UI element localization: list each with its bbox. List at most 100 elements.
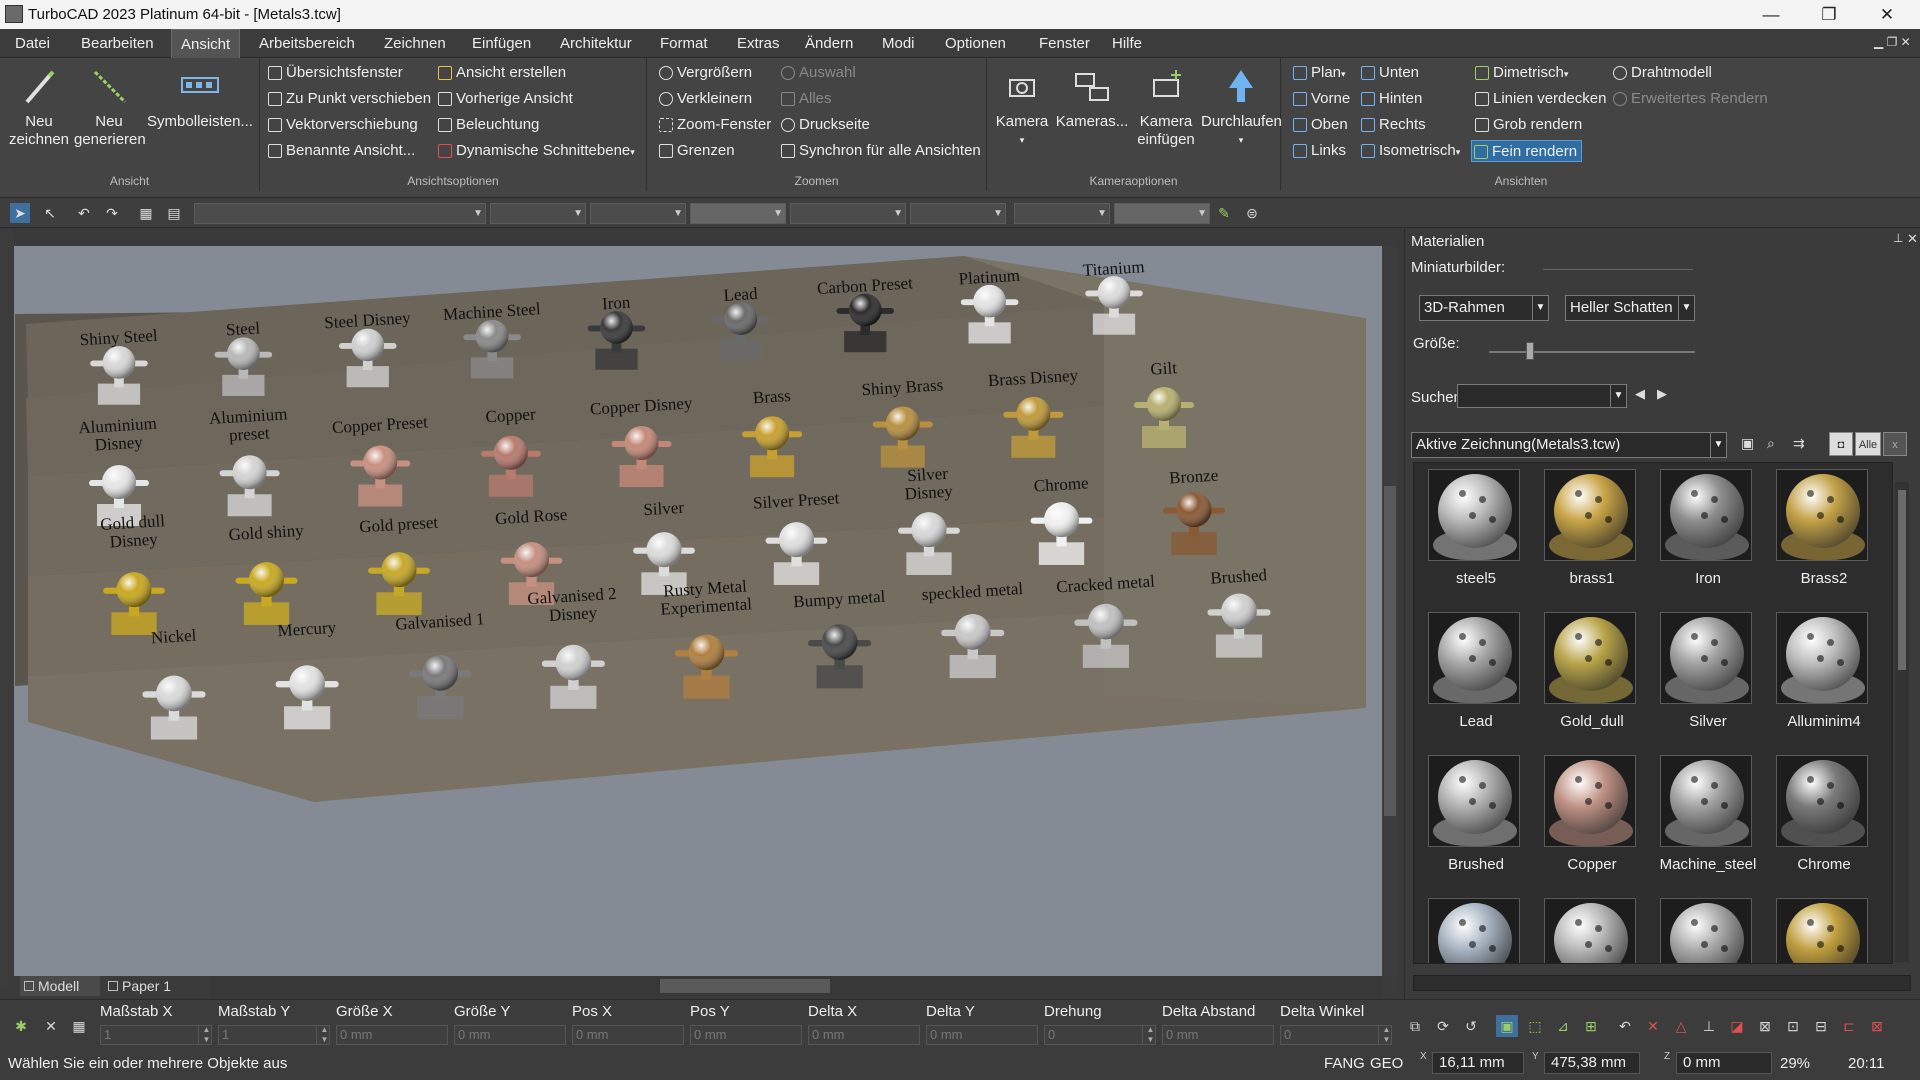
scroll-thumb[interactable] — [1384, 486, 1396, 816]
view-tool-2-icon[interactable]: ⟳ — [1432, 1015, 1454, 1037]
drawing-viewport[interactable]: Shiny Steel Steel Steel Disney Machine Stee… — [14, 246, 1382, 976]
drahtmodell-button[interactable]: Drahtmodell — [1611, 62, 1712, 84]
fill-combo[interactable]: ▼ — [1014, 203, 1110, 224]
vorherige-ansicht-button[interactable]: Vorherige Ansicht — [436, 88, 573, 110]
spinner-icon[interactable]: ▲ ▼ — [1142, 1025, 1158, 1045]
menu-format[interactable]: Format — [651, 29, 717, 58]
panel-close-icon[interactable]: ✕ — [1907, 231, 1918, 247]
material-thumb[interactable]: steel5 — [1418, 467, 1534, 610]
find-icon[interactable]: ⌕ — [1767, 435, 1787, 455]
edit-tool-icon[interactable]: ↖ — [40, 203, 60, 223]
coord-field-input[interactable]: 0 mm — [926, 1025, 1038, 1045]
material-thumb[interactable]: Machine_steel — [1650, 753, 1766, 896]
linien-verdecken-button[interactable]: Linien verdecken — [1473, 88, 1606, 110]
menu-hilfe[interactable]: Hilfe — [1103, 29, 1151, 58]
druckseite-button[interactable]: Druckseite — [779, 114, 870, 136]
material-thumb[interactable]: Alluminim4 — [1766, 610, 1882, 753]
horizontal-scrollbar[interactable] — [210, 976, 1382, 996]
view-tool-4-icon[interactable]: ▣ — [1496, 1015, 1518, 1037]
pen-combo[interactable]: ▼ — [790, 203, 906, 224]
neu-zeichnen-button[interactable]: Neu zeichnen — [6, 66, 72, 149]
uebersichtsfenster-button[interactable]: Übersichtsfenster — [266, 62, 403, 84]
opacity-combo[interactable]: ▼ — [1114, 203, 1210, 224]
unten-button[interactable]: Unten — [1359, 62, 1419, 84]
coord-field-input[interactable]: 0 mm — [690, 1025, 802, 1045]
beleuchtung-button[interactable]: Beleuchtung — [436, 114, 539, 136]
grob-rendern-button[interactable]: Grob rendern — [1473, 114, 1582, 136]
material-thumb[interactable]: Brass2 — [1766, 467, 1882, 610]
linetype-combo[interactable]: ▼ — [590, 203, 686, 224]
material-thumb[interactable] — [1766, 896, 1882, 963]
kameras-button[interactable]: Kameras... — [1053, 66, 1131, 131]
coord-field-input[interactable]: 0 — [1280, 1025, 1392, 1045]
view-tool-8-icon[interactable]: ↶ — [1614, 1015, 1636, 1037]
scroll-thumb[interactable] — [660, 979, 830, 993]
search-input[interactable]: ▼ — [1457, 384, 1627, 408]
auswahl-button[interactable]: Auswahl — [779, 62, 856, 84]
menu-zeichnen[interactable]: Zeichnen — [375, 29, 455, 58]
view-tool-10-icon[interactable]: △ — [1670, 1015, 1692, 1037]
kamera-button[interactable]: Kamera ▾ — [991, 66, 1053, 149]
material-thumb[interactable]: Brushed — [1418, 753, 1534, 896]
thumbnail-view-icon[interactable]: ◘ — [1829, 432, 1853, 456]
restore-button[interactable]: ❐ — [1800, 0, 1858, 29]
menu-extras[interactable]: Extras — [728, 29, 789, 58]
coord-field-input[interactable]: 0 — [1044, 1025, 1156, 1045]
material-thumb[interactable] — [1650, 896, 1766, 963]
tab-modell[interactable]: Modell — [20, 976, 100, 996]
snap-icon[interactable]: ✱ — [10, 1015, 32, 1037]
symbolleisten-button[interactable]: Symbolleisten... — [146, 66, 254, 131]
view-tool-7-icon[interactable]: ⊞ — [1580, 1015, 1602, 1037]
layer-icon[interactable]: ▤ — [164, 203, 184, 223]
geo-toggle[interactable]: GEO — [1370, 1055, 1403, 1072]
view-tool-5-icon[interactable]: ⬚ — [1524, 1015, 1546, 1037]
vektorverschiebung-button[interactable]: Vektorverschiebung — [266, 114, 418, 136]
view-tool-17-icon[interactable]: ⊠ — [1866, 1015, 1888, 1037]
layer-combo[interactable]: ▼ — [194, 203, 486, 224]
x-coord[interactable]: 16,11 mm — [1432, 1052, 1524, 1074]
coord-field-input[interactable]: 0 mm — [1162, 1025, 1274, 1045]
clear-filter-icon[interactable]: x — [1883, 432, 1907, 456]
coord-field-input[interactable]: 0 mm — [336, 1025, 448, 1045]
z-coord[interactable]: 0 mm — [1676, 1052, 1772, 1074]
view-tool-12-icon[interactable]: ◪ — [1726, 1015, 1748, 1037]
brush-icon[interactable]: ✎ — [1214, 203, 1234, 223]
ribbon-window-controls[interactable]: ▁ ❐ ✕ — [1874, 35, 1911, 49]
dynamische-schnittebene-button[interactable]: Dynamische Schnittebene▾ — [436, 140, 635, 162]
redo-icon[interactable]: ↷ — [102, 203, 122, 223]
verkleinern-button[interactable]: Verkleinern — [657, 88, 752, 110]
view-tool-9-icon[interactable]: ✕ — [1642, 1015, 1664, 1037]
scroll-thumb[interactable] — [1898, 490, 1906, 670]
drawing-select[interactable]: Aktive Zeichnung(Metals3.tcw) ▼ — [1411, 432, 1727, 458]
material-thumb[interactable] — [1418, 896, 1534, 963]
menu-optionen[interactable]: Optionen — [936, 29, 1015, 58]
minimize-button[interactable]: — — [1742, 0, 1800, 29]
format-painter-icon[interactable]: ⊜ — [1242, 203, 1262, 223]
undo-icon[interactable]: ↶ — [74, 203, 94, 223]
ansicht-erstellen-button[interactable]: Ansicht erstellen — [436, 62, 566, 84]
menu-modi[interactable]: Modi — [873, 29, 924, 58]
color-combo[interactable]: ▼ — [490, 203, 586, 224]
menu-arbeitsbereich[interactable]: Arbeitsbereich — [250, 29, 364, 58]
kamera-einfuegen-button[interactable]: Kamera einfügen — [1131, 66, 1201, 149]
tab-paper-1[interactable]: Paper 1 — [104, 976, 184, 996]
view-tool-14-icon[interactable]: ⊡ — [1782, 1015, 1804, 1037]
coord-field-input[interactable]: 0 mm — [454, 1025, 566, 1045]
properties-icon[interactable]: ▦ — [136, 203, 156, 223]
oben-button[interactable]: Oben — [1291, 114, 1348, 136]
menu-bearbeiten[interactable]: Bearbeiten — [72, 29, 163, 58]
zoom-fenster-button[interactable]: Zoom-Fenster — [657, 114, 771, 136]
material-thumb[interactable]: Copper — [1534, 753, 1650, 896]
dimetrisch-button[interactable]: Dimetrisch▾ — [1473, 62, 1568, 84]
isometrisch-button[interactable]: Isometrisch▾ — [1359, 140, 1460, 162]
view-tool-3-icon[interactable]: ↺ — [1460, 1015, 1482, 1037]
menu-einfuegen[interactable]: Einfügen — [463, 29, 540, 58]
shadow-select[interactable]: Heller Schatten ▼ — [1565, 295, 1695, 321]
panel-hscroll[interactable] — [1413, 975, 1911, 991]
material-thumb[interactable]: Lead — [1418, 610, 1534, 753]
lineweight-combo[interactable]: ▼ — [690, 203, 786, 224]
next-icon[interactable]: ▶ — [1657, 386, 1667, 402]
pin-icon[interactable]: ⊥ — [1893, 231, 1903, 245]
links-button[interactable]: Links — [1291, 140, 1346, 162]
library-icon[interactable]: ▣ — [1741, 435, 1761, 455]
